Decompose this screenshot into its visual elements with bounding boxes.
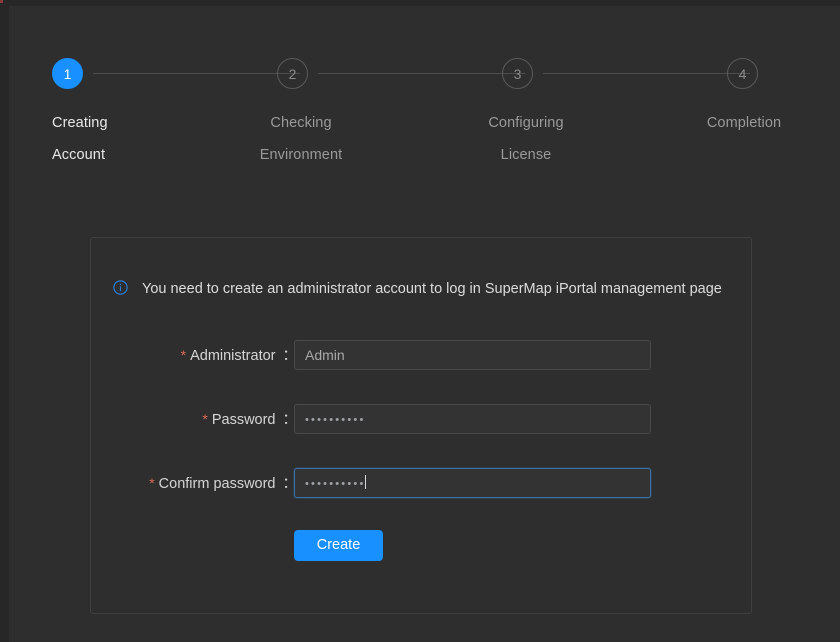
step-1-label: Creating Account [52,107,212,171]
step-3-label-line1: Configuring [488,115,564,131]
notice-banner: You need to create an administrator acco… [113,276,731,302]
step-4-label: Completion [669,107,819,139]
administrator-label-text: Administrator [190,348,276,364]
window-left-edge [0,0,9,642]
password-masked-value: •••••••••• [305,414,366,426]
step-4-label-line1: Completion [706,115,782,131]
wizard-step-4[interactable]: 4 Completion [707,58,840,139]
wizard-step-2[interactable]: 2 Checking Environment [260,58,437,171]
step-1-number: 1 [52,58,83,89]
step-3-number: 3 [502,58,533,89]
account-creation-card: You need to create an administrator acco… [90,237,752,614]
confirm-password-label: * Confirm password： [91,468,297,499]
password-required-marker: * [202,411,208,427]
confirm-password-required-marker: * [149,475,155,491]
wizard-step-3[interactable]: 3 Configuring License [488,58,662,171]
create-button[interactable]: Create [294,530,383,561]
confirm-password-input[interactable]: •••••••••• [294,468,651,498]
administrator-label: * Administrator： [91,340,297,371]
form-row-administrator: * Administrator： [91,340,753,370]
info-circle-icon [113,280,128,295]
form-row-password: * Password： •••••••••• [91,404,753,434]
password-label: * Password： [91,404,297,435]
wizard-step-1[interactable]: 1 Creating Account [52,58,212,171]
administrator-required-marker: * [180,347,187,363]
window-corner-marker [0,0,3,3]
installer-page: 1 Creating Account 2 Checking Environmen… [0,0,840,642]
notice-text: You need to create an administrator acco… [142,281,722,297]
step-3-label: Configuring License [446,107,606,171]
step-3-label-line2: License [500,147,552,163]
confirm-password-label-text: Confirm password [158,476,276,492]
password-input[interactable]: •••••••••• [294,404,651,434]
step-2-label: Checking Environment [221,107,381,171]
step-2-number: 2 [277,58,308,89]
password-label-text: Password [211,412,276,428]
wizard-stepper: 1 Creating Account 2 Checking Environmen… [52,58,792,178]
text-caret [364,475,366,489]
window-top-edge [0,0,840,6]
step-2-label-line1: Checking [270,115,332,131]
administrator-input[interactable] [294,340,651,370]
step-2-label-line2: Environment [259,147,343,163]
step-4-number: 4 [727,58,758,89]
step-1-label-line1: Creating [52,115,108,131]
form-row-confirm-password: * Confirm password： •••••••••• [91,468,753,498]
confirm-password-masked-value: •••••••••• [305,478,366,490]
step-1-label-line2: Account [52,147,106,163]
